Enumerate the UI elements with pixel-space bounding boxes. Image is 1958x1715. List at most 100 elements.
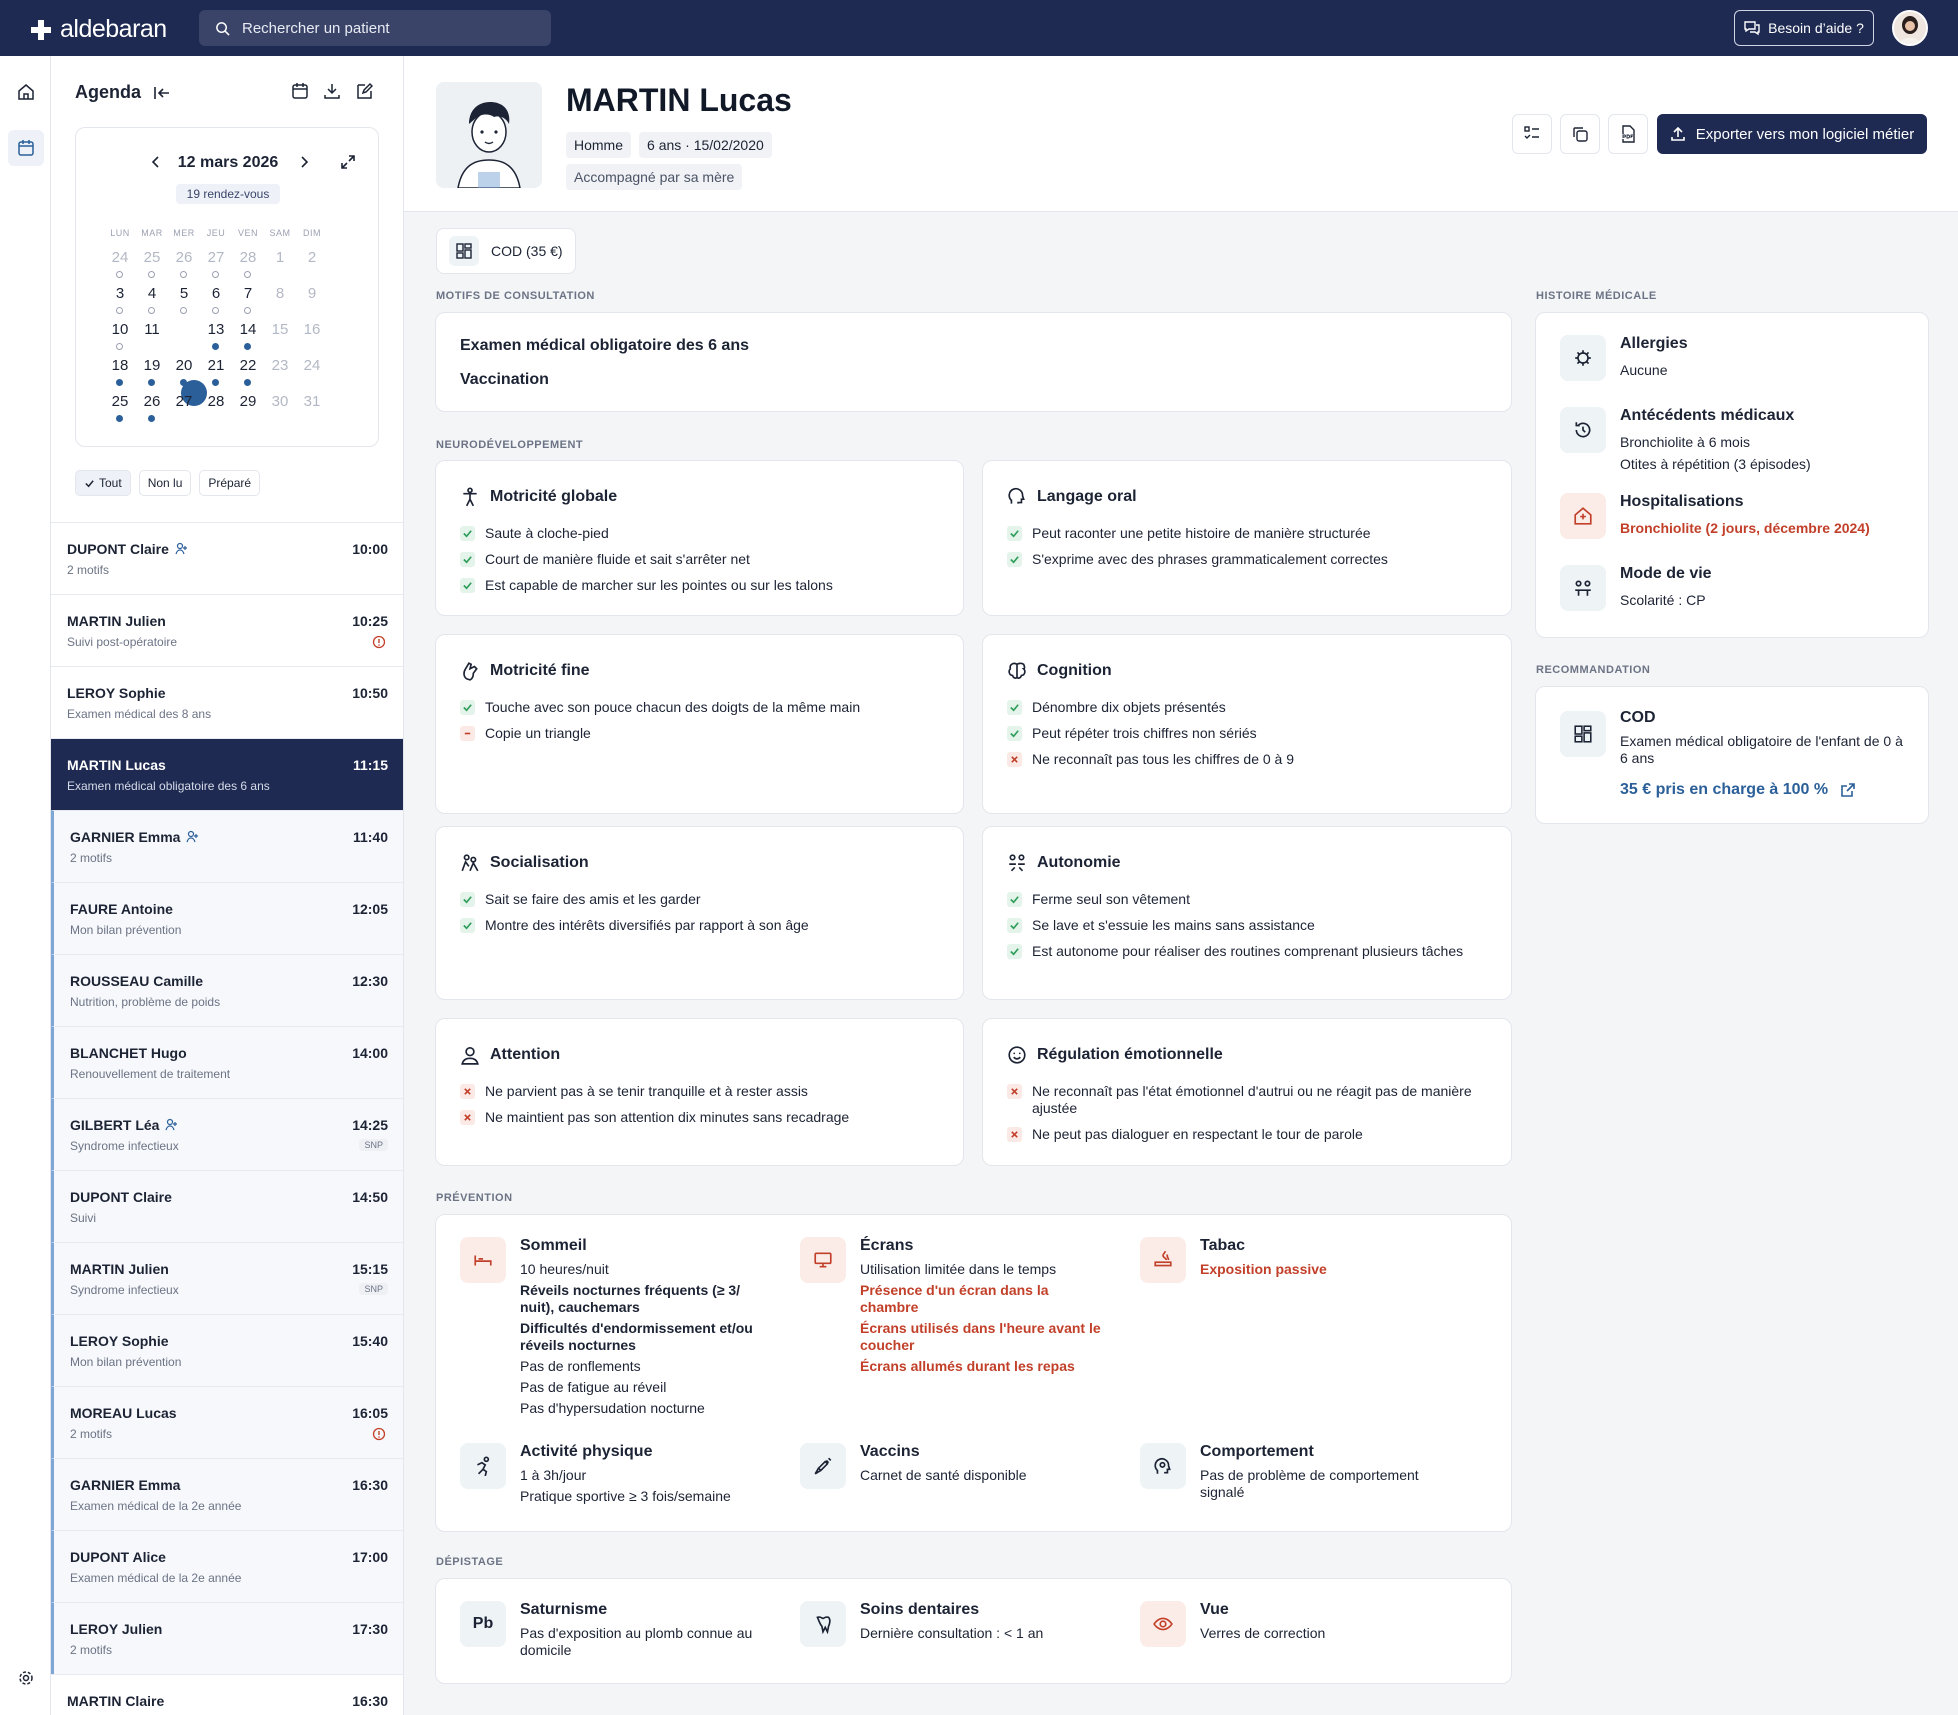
user-avatar[interactable] [1892, 10, 1928, 46]
calendar-day[interactable]: 20 [168, 354, 200, 378]
home-button[interactable] [8, 74, 44, 110]
appointment-reason: 2 motifs [70, 851, 113, 865]
calendar-view-icon[interactable] [291, 82, 309, 100]
help-button[interactable]: Besoin d’aide ? [1734, 10, 1874, 46]
appointment-reason: Suivi post-opératoire [67, 635, 178, 649]
calendar-day[interactable]: 24 [296, 354, 328, 378]
neuro-card: Motricité globale Saute à cloche-pied Cour… [435, 460, 964, 616]
calendar-day[interactable]: 4 [136, 282, 168, 306]
calendar-day[interactable]: 29 [232, 390, 264, 414]
calendar-day[interactable]: 26 [168, 246, 200, 270]
edit-icon[interactable] [355, 82, 373, 100]
calendar-day[interactable]: 27 [168, 390, 200, 414]
calendar-day[interactable]: 27 [200, 246, 232, 270]
appointment-row[interactable]: MARTIN Julien Suivi post-opératoire 10:25 [51, 594, 403, 666]
gear-icon [19, 1671, 33, 1685]
calendar-day[interactable]: 22 [232, 354, 264, 378]
calendar-day[interactable]: 30 [264, 390, 296, 414]
recommendation-link-label: 35 € pris en charge à 100 % [1620, 781, 1829, 798]
appointment-row[interactable]: FAURE Antoine Mon bilan prévention 12:05 [51, 882, 403, 954]
appointment-row[interactable]: LEROY Julien 2 motifs 17:30 [51, 1602, 403, 1674]
calendar-day[interactable]: 28 [232, 246, 264, 270]
neuro-item: Peut répéter trois chiffres non sériés [1007, 725, 1491, 742]
calendar-day[interactable]: 13 [200, 318, 232, 342]
filter-chip[interactable]: Tout [75, 470, 131, 496]
calendar-day[interactable]: 8 [264, 282, 296, 306]
appointment-row[interactable]: DUPONT Claire 2 motifs 10:00 [51, 522, 403, 594]
calendar-day[interactable]: 19 [136, 354, 168, 378]
calendar-day[interactable]: 3 [104, 282, 136, 306]
neuro-item-text: S'exprime avec des phrases grammaticalem… [1032, 551, 1388, 567]
cod-chip[interactable]: COD (35 €) [436, 228, 576, 274]
calendar-day[interactable]: 21 [200, 354, 232, 378]
appointment-reason: Examen médical de la 2e année [70, 1499, 242, 1513]
partial-icon [460, 726, 475, 741]
appointment-row[interactable]: MARTIN Julien Syndrome infectieux 15:15 SNP [51, 1242, 403, 1314]
calendar-day[interactable]: 6 [200, 282, 232, 306]
prevention-title: Sommeil [520, 1237, 587, 1254]
filter-chip[interactable]: Préparé [199, 470, 261, 496]
appointment-row[interactable]: DUPONT Alice Examen médical de la 2e anné… [51, 1530, 403, 1602]
motif-item: Vaccination [460, 371, 549, 388]
calendar-day[interactable]: 23 [264, 354, 296, 378]
calendar-day[interactable]: 5 [168, 282, 200, 306]
settings-button[interactable] [8, 1660, 44, 1696]
collapse-panel-icon[interactable] [153, 85, 171, 101]
search-placeholder: Rechercher un patient [242, 19, 390, 37]
recommendation-link[interactable]: 35 € pris en charge à 100 % [1620, 781, 1856, 799]
brand-logo[interactable]: aldebaran [30, 15, 167, 44]
calendar-day[interactable]: 15 [264, 318, 296, 342]
filter-chip[interactable]: Non lu [138, 470, 192, 496]
calendar-day[interactable]: 7 [232, 282, 264, 306]
appointment-row[interactable]: DUPONT Claire Suivi 14:50 [51, 1170, 403, 1242]
appointment-row[interactable]: GARNIER Emma 2 motifs 11:40 [51, 810, 403, 882]
calendar-day[interactable]: 25 [136, 246, 168, 270]
appointment-time: 14:50 [352, 1189, 388, 1205]
calendar-day[interactable]: 9 [296, 282, 328, 306]
pdf-button[interactable] [1608, 114, 1648, 154]
agenda-nav-button[interactable] [8, 130, 44, 166]
appointment-row[interactable]: MARTIN Claire 16:30 [51, 1674, 403, 1715]
snp-badge: SNP [359, 1283, 388, 1295]
appointment-patient-name: LEROY Sophie [70, 1333, 169, 1349]
appointment-name-wrap: LEROY Julien [70, 1621, 162, 1637]
depistage-lines: Dernière consultation : < 1 an [860, 1625, 1110, 1646]
appointment-row[interactable]: MOREAU Lucas 2 motifs 16:05 [51, 1386, 403, 1458]
checklist-button[interactable] [1512, 114, 1552, 154]
calendar-day[interactable]: 12 [168, 318, 200, 342]
appointment-row[interactable]: GILBERT Léa Syndrome infectieux 14:25 SNP [51, 1098, 403, 1170]
download-icon[interactable] [323, 82, 341, 100]
calendar-day[interactable]: 25 [104, 390, 136, 414]
neuro-item: Ne parvient pas à se tenir tranquille et… [460, 1083, 943, 1100]
calendar-day[interactable]: 10 [104, 318, 136, 342]
nav-rail [0, 56, 51, 1715]
calendar-day[interactable]: 24 [104, 246, 136, 270]
calendar-day[interactable]: 1 [264, 246, 296, 270]
calendar-day[interactable]: 16 [296, 318, 328, 342]
appointment-row[interactable]: LEROY Sophie Examen médical des 8 ans 10:5… [51, 666, 403, 738]
appointment-row[interactable]: ROUSSEAU Camille Nutrition, problème de p… [51, 954, 403, 1026]
calendar-day[interactable]: 31 [296, 390, 328, 414]
chevron-right-icon[interactable] [296, 154, 312, 170]
checklist-icon [1524, 126, 1539, 139]
appointment-row[interactable]: BLANCHET Hugo Renouvellement de traitemen… [51, 1026, 403, 1098]
neuro-item-text: Saute à cloche-pied [485, 525, 609, 541]
export-button[interactable]: Exporter vers mon logiciel métier [1657, 114, 1927, 154]
calendar-day[interactable]: 2 [296, 246, 328, 270]
calendar-day[interactable]: 28 [200, 390, 232, 414]
appointment-row[interactable]: MARTIN Lucas Examen médical obligatoire d… [51, 738, 403, 810]
calendar-day[interactable]: 26 [136, 390, 168, 414]
appointment-patient-name: MARTIN Julien [67, 613, 166, 629]
appointment-row[interactable]: LEROY Sophie Mon bilan prévention 15:40 [51, 1314, 403, 1386]
calendar-day[interactable]: 14 [232, 318, 264, 342]
appointment-row[interactable]: GARNIER Emma Examen médical de la 2e anné… [51, 1458, 403, 1530]
calendar-day[interactable]: 11 [136, 318, 168, 342]
appointment-count-badge: 19 rendez-vous [176, 184, 280, 204]
patient-search-input[interactable]: Rechercher un patient [199, 10, 551, 46]
calendar-day[interactable]: 18 [104, 354, 136, 378]
copy-button[interactable] [1560, 114, 1600, 154]
weekday-label: SAM [269, 228, 291, 238]
check-icon [1007, 700, 1022, 715]
appointment-dot [148, 307, 155, 314]
expand-icon[interactable] [340, 154, 356, 170]
